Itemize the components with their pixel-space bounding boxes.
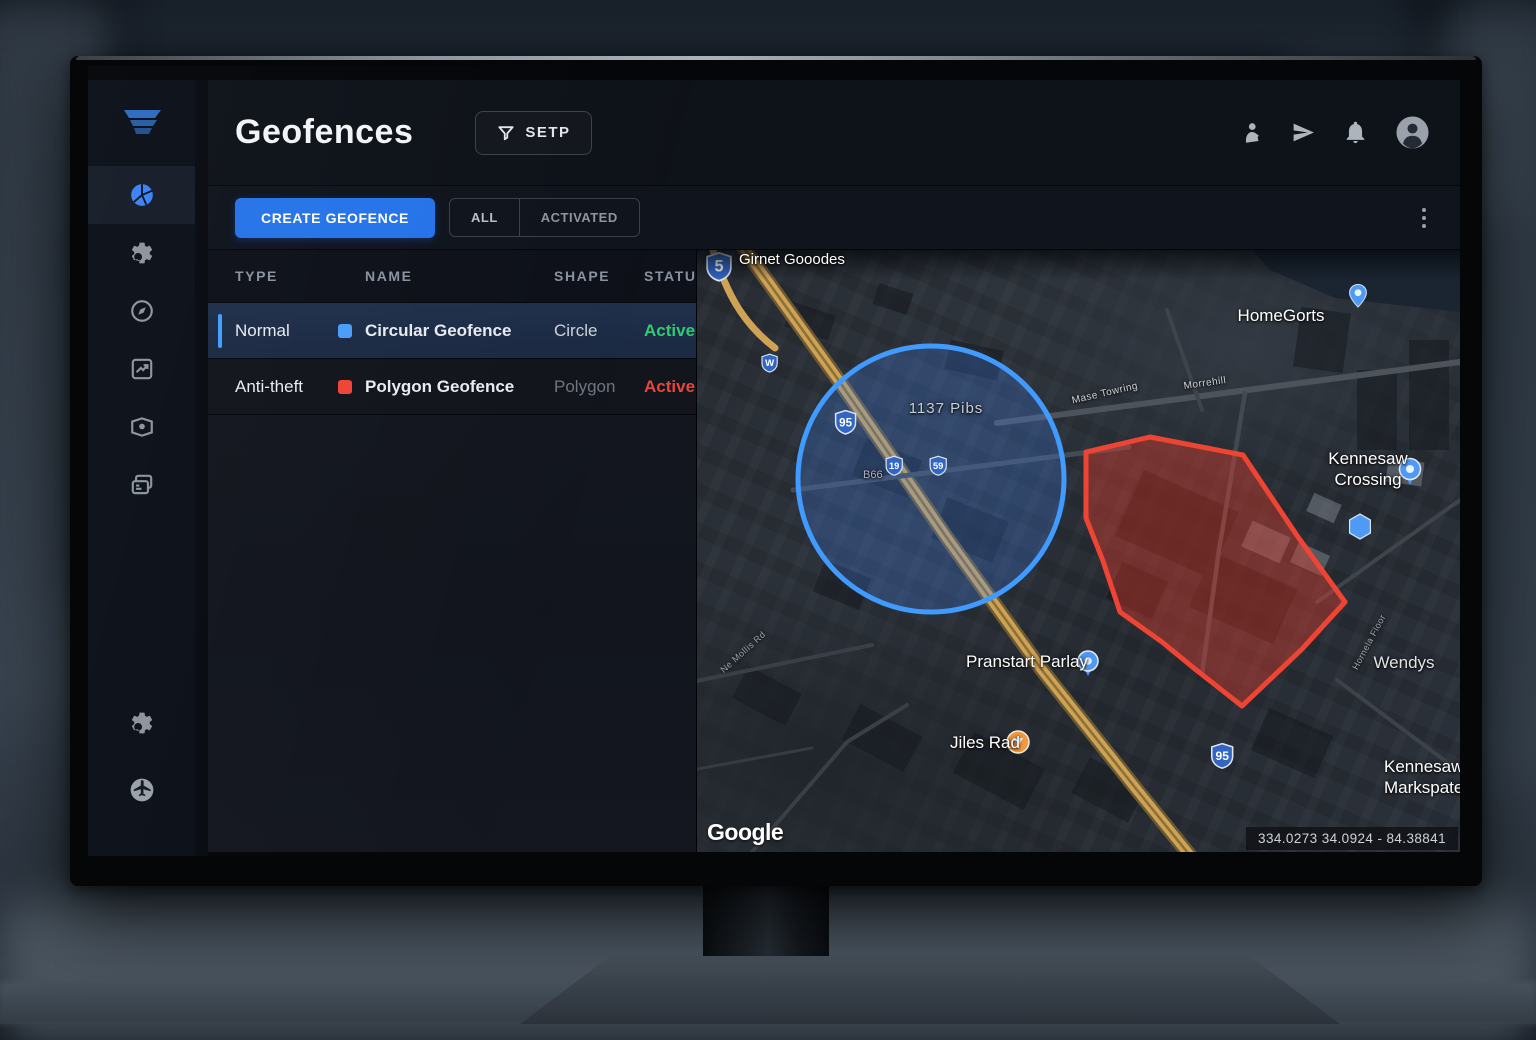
map-coordinates: 334.0273 34.0924 - 84.38841: [1246, 827, 1458, 850]
screen-top-strip: [88, 66, 1460, 80]
map-label-kennesaw-markspate: Kennesaw Markspate: [1384, 756, 1460, 798]
screen: Geofences SETP: [88, 66, 1460, 856]
geofence-app: Geofences SETP: [88, 80, 1460, 856]
kennesaw-markspate-pin[interactable]: [1350, 514, 1371, 539]
map-label-address: 1137 Pibs: [909, 400, 984, 417]
settings-gear-icon: [129, 240, 155, 266]
content-body: TYPE NAME SHAPE STATUS Normal Circular G…: [208, 250, 1460, 852]
map-label-kennesaw-crossing: Kennesaw Crossing: [1308, 448, 1428, 490]
notifications-bell-icon[interactable]: [1343, 120, 1368, 145]
sidebar-item-navigation[interactable]: [129, 777, 155, 808]
map-label-girnet: Girnet Gooodes: [739, 251, 845, 268]
map-label-jiles: Jiles Rad: [950, 733, 1020, 753]
cell-type: Normal: [235, 321, 338, 341]
sidebar-item-preferences[interactable]: [129, 710, 155, 741]
highway-shield-95-south: 95: [1212, 744, 1233, 769]
page-header: Geofences SETP: [208, 80, 1460, 185]
svg-text:5: 5: [714, 258, 723, 276]
geofence-color-marker: [338, 324, 352, 338]
svg-text:19: 19: [889, 461, 899, 471]
tab-all[interactable]: ALL: [450, 199, 519, 236]
filter-button[interactable]: SETP: [475, 111, 591, 155]
sidebar-item-settings[interactable]: [88, 224, 195, 282]
sidebar-item-history[interactable]: [88, 282, 195, 340]
monitor-bezel: Geofences SETP: [70, 56, 1482, 886]
sidebar: [88, 80, 195, 856]
map-label-homegorts: HomeGorts: [1238, 306, 1325, 326]
table-header: TYPE NAME SHAPE STATUS: [208, 250, 696, 303]
svg-text:95: 95: [1215, 749, 1229, 763]
highway-shield-w: W: [762, 354, 777, 372]
toolbar: CREATE GEOFENCE ALL ACTIVATED: [208, 185, 1460, 250]
gallery-image-icon: [129, 414, 155, 440]
send-icon[interactable]: [1291, 120, 1316, 145]
filter-funnel-icon: [496, 123, 516, 143]
highway-shield-i5: 5: [707, 253, 731, 281]
sidebar-item-cards[interactable]: [88, 456, 195, 514]
selection-indicator: [218, 314, 222, 348]
map-label-b66: B66: [863, 469, 883, 481]
navigation-plane-icon: [129, 777, 155, 803]
cell-type: Anti-theft: [235, 377, 338, 397]
main-area: Geofences SETP: [208, 80, 1460, 856]
user-icon[interactable]: [1239, 120, 1264, 145]
reports-chart-icon: [129, 356, 155, 382]
table-row-polygon-geofence[interactable]: Anti-theft Polygon Geofence Polygon Acti…: [208, 359, 696, 415]
status-badge: Active: [644, 377, 696, 397]
profile-avatar[interactable]: [1395, 115, 1430, 150]
highway-shield-19: 19: [886, 456, 902, 475]
geofence-globe-icon: [129, 182, 155, 208]
filter-tabs: ALL ACTIVATED: [449, 198, 640, 237]
google-logo[interactable]: Google: [707, 819, 783, 846]
highway-shield-95: 95: [836, 411, 856, 434]
sidebar-item-geofences[interactable]: [88, 166, 195, 224]
table-row-circular-geofence[interactable]: Normal Circular Geofence Circle Active: [208, 303, 696, 359]
cell-shape: Polygon: [554, 377, 644, 397]
sidebar-item-gallery[interactable]: [88, 398, 195, 456]
svg-text:95: 95: [839, 417, 852, 429]
app-logo[interactable]: [88, 80, 195, 166]
monitor-stand-base: [520, 956, 1340, 1024]
sidebar-divider: [195, 80, 208, 856]
tab-activated[interactable]: ACTIVATED: [519, 199, 639, 236]
page-title: Geofences: [235, 113, 413, 152]
settings-gear-icon: [129, 710, 155, 736]
geofence-color-marker: [338, 380, 352, 394]
app-bottom-edge: [208, 852, 1460, 856]
geofence-list-panel: TYPE NAME SHAPE STATUS Normal Circular G…: [208, 250, 697, 852]
map-label-wendys: Wendys: [1373, 653, 1434, 673]
layers-logo-icon: [117, 106, 167, 140]
sidebar-item-reports[interactable]: [88, 340, 195, 398]
filter-button-label: SETP: [525, 124, 570, 141]
polygon-geofence-shape[interactable]: [1086, 437, 1345, 706]
highway-shield-59: 59: [930, 456, 946, 475]
header-icons: [1239, 115, 1430, 150]
column-name: NAME: [365, 268, 554, 284]
more-options-button[interactable]: [1418, 204, 1430, 232]
column-type: TYPE: [235, 268, 365, 284]
cell-name: Polygon Geofence: [365, 377, 554, 397]
svg-text:W: W: [765, 358, 775, 369]
sidebar-footer: [88, 710, 195, 856]
svg-text:59: 59: [933, 461, 943, 471]
create-geofence-button[interactable]: CREATE GEOFENCE: [235, 198, 435, 238]
cell-name: Circular Geofence: [365, 321, 554, 341]
map-canvas[interactable]: 5 W 95 19: [697, 250, 1460, 852]
homegorts-pin[interactable]: [1350, 285, 1367, 308]
map-container[interactable]: 5 W 95 19: [697, 250, 1460, 852]
column-shape: SHAPE: [554, 268, 644, 284]
status-badge: Active: [644, 321, 696, 341]
cell-shape: Circle: [554, 321, 644, 341]
circular-geofence-shape[interactable]: [798, 346, 1064, 612]
cards-icon: [129, 472, 155, 498]
history-compass-icon: [129, 298, 155, 324]
map-label-pranstart: Pranstart Parlay: [966, 652, 1088, 672]
